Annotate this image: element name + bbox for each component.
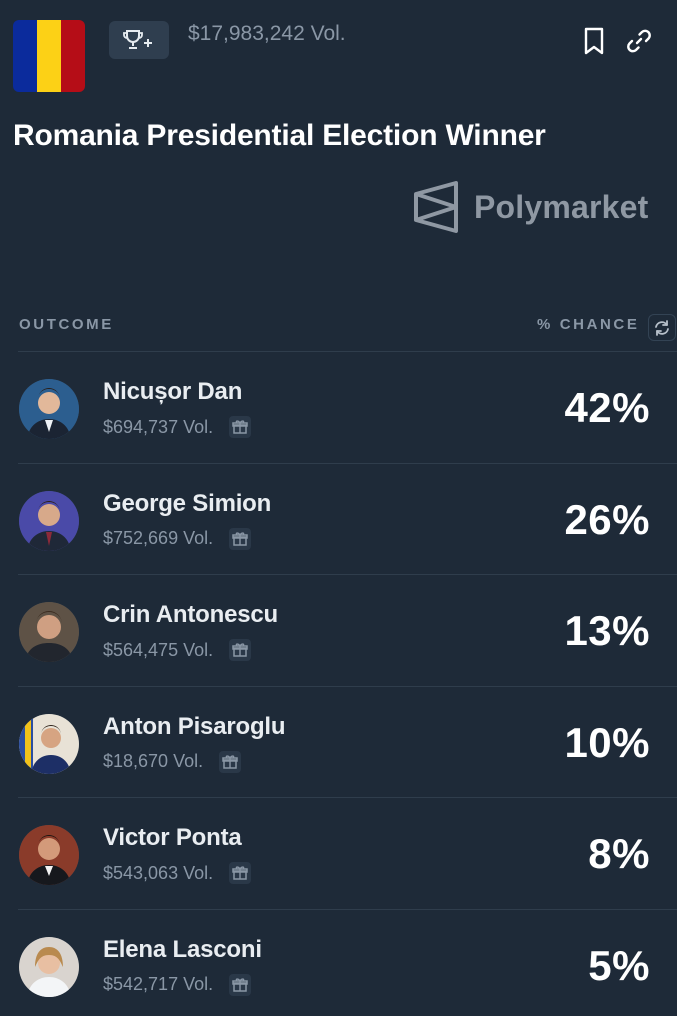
chance-percent: 13% bbox=[564, 607, 650, 654]
candidate-avatar bbox=[19, 825, 79, 885]
refresh-button[interactable] bbox=[648, 314, 676, 341]
gift-icon[interactable] bbox=[229, 973, 252, 996]
share-link-button[interactable] bbox=[625, 26, 653, 56]
outcome-list: Nicușor Dan $694,737 Vol. 42% George Sim… bbox=[18, 351, 677, 1016]
gift-icon[interactable] bbox=[229, 527, 252, 550]
chance-percent: 10% bbox=[564, 718, 650, 766]
candidate-volume: $564,475 Vol. bbox=[103, 639, 214, 660]
link-icon bbox=[627, 29, 651, 53]
outcome-row[interactable]: George Simion $752,669 Vol. 26% bbox=[18, 462, 677, 575]
total-volume: $17,983,242 Vol. bbox=[188, 22, 346, 45]
candidate-name: Anton Pisaroglu bbox=[103, 712, 286, 740]
gift-icon[interactable] bbox=[229, 639, 252, 661]
refresh-icon bbox=[655, 319, 669, 336]
outcome-row[interactable]: Elena Lasconi $542,717 Vol. 5% bbox=[18, 908, 677, 1016]
outcome-column-header: OUTCOME bbox=[19, 316, 114, 333]
outcome-row[interactable]: Nicușor Dan $694,737 Vol. 42% bbox=[18, 351, 677, 463]
candidate-avatar bbox=[19, 379, 79, 439]
candidate-volume: $542,717 Vol. bbox=[103, 974, 214, 994]
trophy-button[interactable] bbox=[109, 21, 169, 59]
polymarket-logo-icon bbox=[414, 181, 458, 233]
candidate-volume: $694,737 Vol. bbox=[103, 416, 214, 437]
candidate-name: Elena Lasconi bbox=[103, 935, 262, 963]
candidate-name: Crin Antonescu bbox=[103, 601, 278, 628]
volume-line: $18,670 Vol. bbox=[103, 750, 242, 773]
gift-icon[interactable] bbox=[219, 750, 242, 773]
trophy-plus-icon bbox=[123, 30, 152, 49]
flag-stripe-blue bbox=[13, 20, 37, 92]
candidate-volume: $752,669 Vol. bbox=[103, 528, 214, 548]
candidate-avatar bbox=[19, 936, 79, 997]
candidate-name: George Simion bbox=[103, 489, 272, 517]
volume-line: $543,063 Vol. bbox=[103, 862, 252, 884]
volume-line: $564,475 Vol. bbox=[103, 639, 252, 661]
outcome-row[interactable]: Crin Antonescu $564,475 Vol. 13% bbox=[18, 574, 677, 686]
chance-column-header: % CHANCE bbox=[537, 316, 640, 333]
volume-line: $752,669 Vol. bbox=[103, 527, 252, 550]
avatar-image bbox=[19, 713, 79, 774]
outcome-row[interactable]: Anton Pisaroglu $18,670 Vol. 10% bbox=[18, 685, 677, 798]
avatar-image bbox=[19, 379, 79, 439]
candidate-avatar bbox=[19, 713, 79, 774]
chance-percent: 42% bbox=[564, 384, 650, 431]
brand-watermark: Polymarket bbox=[412, 180, 649, 234]
candidate-avatar bbox=[19, 602, 79, 662]
gift-icon[interactable] bbox=[229, 862, 252, 884]
candidate-avatar bbox=[19, 490, 79, 551]
chance-percent: 5% bbox=[588, 941, 650, 989]
country-flag bbox=[13, 20, 85, 92]
candidate-volume: $543,063 Vol. bbox=[103, 862, 214, 883]
candidate-volume: $18,670 Vol. bbox=[103, 751, 204, 771]
flag-stripe-yellow bbox=[37, 20, 61, 92]
brand-name: Polymarket bbox=[474, 188, 649, 225]
chance-percent: 8% bbox=[588, 830, 650, 877]
candidate-name: Victor Ponta bbox=[103, 824, 242, 851]
page-title: Romania Presidential Election Winner bbox=[13, 119, 546, 152]
bookmark-icon bbox=[584, 27, 604, 55]
avatar-image bbox=[19, 936, 79, 997]
avatar-image bbox=[19, 490, 79, 551]
bookmark-button[interactable] bbox=[580, 26, 608, 56]
avatar-image bbox=[19, 825, 79, 885]
volume-line: $542,717 Vol. bbox=[103, 973, 252, 996]
outcome-row[interactable]: Victor Ponta $543,063 Vol. 8% bbox=[18, 797, 677, 909]
chance-percent: 26% bbox=[564, 495, 650, 543]
candidate-name: Nicușor Dan bbox=[103, 378, 243, 405]
avatar-image bbox=[19, 602, 79, 662]
flag-stripe-red bbox=[61, 20, 85, 92]
gift-icon[interactable] bbox=[229, 416, 252, 438]
volume-line: $694,737 Vol. bbox=[103, 416, 252, 438]
